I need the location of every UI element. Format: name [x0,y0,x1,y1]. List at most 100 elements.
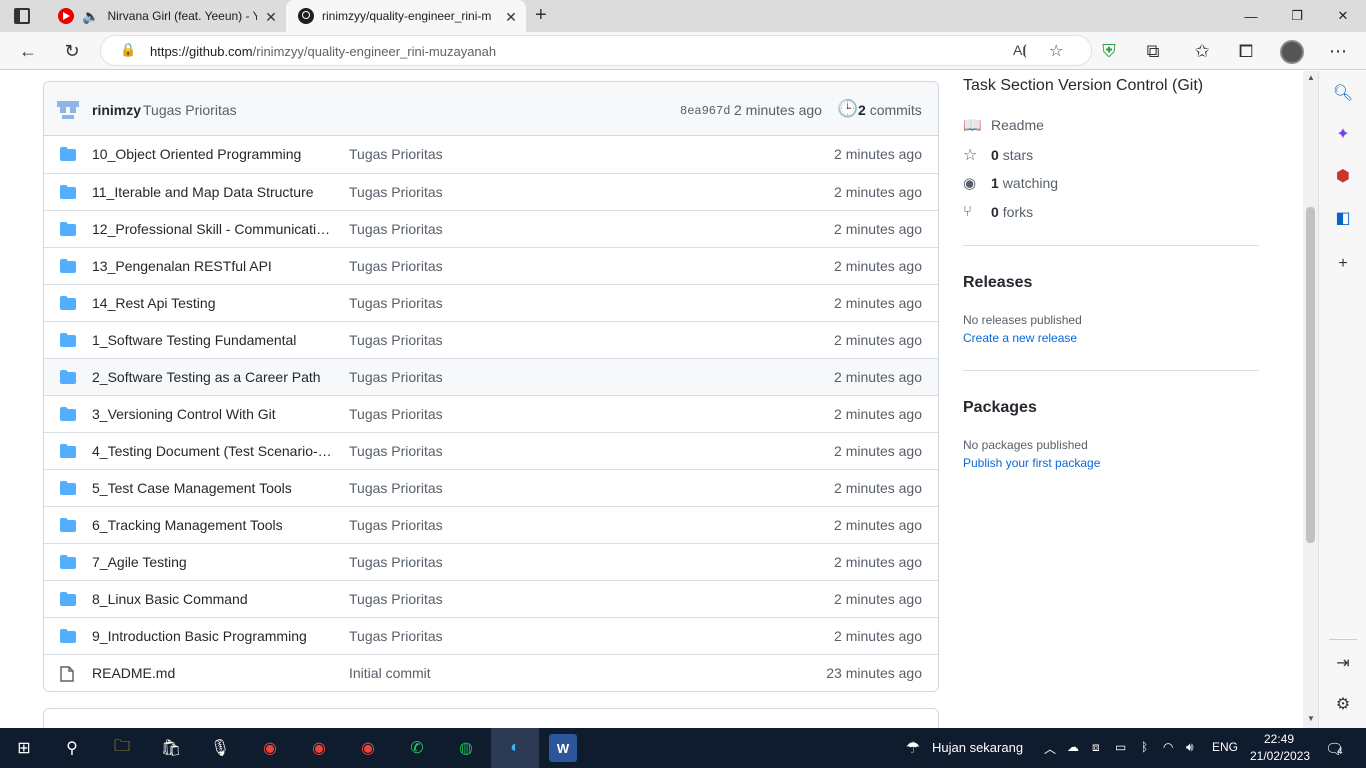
show-hidden-icons[interactable]: ︿ [1044,740,1056,757]
table-row[interactable]: 11_Iterable and Map Data Structure Tugas … [44,173,938,210]
file-name-link[interactable]: 1_Software Testing Fundamental [92,332,332,348]
settings-gear-icon[interactable]: ⚙ [1333,694,1353,714]
add-favorite-icon[interactable]: ☆ [1049,41,1063,61]
file-name-link[interactable]: 13_Pengenalan RESTful API [92,258,332,274]
commits-link[interactable]: 2 commits [858,102,922,118]
more-menu-icon[interactable]: ⋯ [1323,36,1353,66]
table-row[interactable]: 12_Professional Skill - Communicatio... T… [44,210,938,247]
scroll-up-arrow[interactable]: ▲ [1307,73,1315,82]
chrome-icon[interactable]: ◉ [255,734,285,762]
table-row[interactable]: 10_Object Oriented Programming Tugas Prio… [44,136,938,173]
file-name-link[interactable]: 3_Versioning Control With Git [92,406,332,422]
file-name-link[interactable]: 8_Linux Basic Command [92,591,332,607]
tab-youtube[interactable]: 🔈 Nirvana Girl (feat. Yeeun) - Y ✕ [48,0,286,32]
close-window-icon[interactable]: ✕ [1320,0,1366,32]
file-name-link[interactable]: 5_Test Case Management Tools [92,480,332,496]
collections-icon[interactable]: ⧠ [1231,36,1261,66]
table-row[interactable]: 14_Rest Api Testing Tugas Prioritas 2 minu… [44,284,938,321]
chrome-icon[interactable]: ◉ [353,734,383,762]
back-arrow-icon[interactable]: ← [13,36,43,66]
file-name-link[interactable]: 7_Agile Testing [92,554,332,570]
commit-message-link[interactable]: Tugas Prioritas [349,369,443,385]
whatsapp-icon[interactable]: ✆ [402,734,432,762]
commit-message-link[interactable]: Tugas Prioritas [349,332,443,348]
close-tab-icon[interactable]: ✕ [264,9,278,26]
table-row[interactable]: 6_Tracking Management Tools Tugas Priorit… [44,506,938,543]
outlook-icon[interactable]: ◧ [1333,208,1353,228]
scrollbar-thumb[interactable] [1306,207,1315,543]
commit-message-link[interactable]: Tugas Prioritas [349,258,443,274]
packages-heading[interactable]: Packages [963,399,1037,417]
shield-extension-icon[interactable]: ⛨ [1094,36,1124,66]
tab-github[interactable]: rinimzyy/quality-engineer_rini-m ✕ [286,0,526,32]
office-icon[interactable]: ⬢ [1333,166,1353,186]
restore-icon[interactable]: ❐ [1274,0,1320,32]
bluetooth-icon[interactable]: ᛒ [1141,740,1148,754]
page-scrollbar[interactable]: ▲ ▼ [1303,71,1318,728]
watching-link[interactable]: ◉ 1 watching [963,174,1058,192]
hide-sidebar-icon[interactable]: ⇥ [1333,653,1353,673]
commit-hash-link[interactable]: 8ea967d [680,104,730,118]
scroll-down-arrow[interactable]: ▼ [1307,714,1315,723]
file-name-link[interactable]: 6_Tracking Management Tools [92,517,332,533]
commit-message-link[interactable]: Tugas Prioritas [143,102,237,118]
refresh-icon[interactable]: ↻ [57,36,87,66]
commit-message-link[interactable]: Tugas Prioritas [349,443,443,459]
battery-icon[interactable]: ▭ [1115,740,1126,754]
file-name-link[interactable]: 12_Professional Skill - Communicatio... [92,221,332,237]
commit-message-link[interactable]: Tugas Prioritas [349,406,443,422]
commit-message-link[interactable]: Tugas Prioritas [349,146,443,162]
language-indicator[interactable]: ENG [1212,740,1238,754]
close-tab-icon[interactable]: ✕ [504,9,518,26]
commit-message-link[interactable]: Tugas Prioritas [349,184,443,200]
commit-message-link[interactable]: Tugas Prioritas [349,517,443,533]
favorites-icon[interactable]: ✩ [1187,36,1217,66]
wifi-icon[interactable]: ◠ [1163,740,1173,754]
file-name-link[interactable]: 2_Software Testing as a Career Path [92,369,332,385]
table-row[interactable]: 7_Agile Testing Tugas Prioritas 2 minutes … [44,543,938,580]
releases-heading[interactable]: Releases [963,274,1032,292]
weather-text[interactable]: Hujan sekarang [932,740,1023,755]
store-icon[interactable]: 🛍 [156,734,186,762]
table-row[interactable]: 13_Pengenalan RESTful API Tugas Prioritas… [44,247,938,284]
commit-message-link[interactable]: Initial commit [349,665,431,681]
lock-icon[interactable]: 🔒 [120,42,136,58]
readme-link[interactable]: 📖 Readme [963,116,1044,134]
stars-link[interactable]: ☆ 0 stars [963,145,1033,165]
search-icon[interactable]: 🔍︎ [1333,83,1353,103]
table-row[interactable]: 9_Introduction Basic Programming Tugas Pr… [44,617,938,654]
table-row[interactable]: 3_Versioning Control With Git Tugas Prior… [44,395,938,432]
forks-link[interactable]: ⑂ 0 forks [963,203,1033,220]
publish-package-link[interactable]: Publish your first package [963,456,1100,470]
edge-icon[interactable]: ◐ [500,734,530,762]
minimize-icon[interactable]: — [1228,0,1274,32]
app-icon[interactable]: 🎙 [205,734,235,762]
table-row[interactable]: README.md Initial commit 23 minutes ago [44,654,938,691]
commit-author-link[interactable]: rinimzy [92,102,141,118]
commit-message-link[interactable]: Tugas Prioritas [349,221,443,237]
add-icon[interactable]: + [1333,254,1353,274]
clock-date[interactable]: 21/02/2023 [1250,749,1310,763]
device-icon[interactable]: ⧈ [1092,740,1100,755]
file-name-link[interactable]: 11_Iterable and Map Data Structure [92,184,332,200]
search-icon[interactable]: ⚲ [57,734,87,762]
file-name-link[interactable]: 14_Rest Api Testing [92,295,332,311]
discover-icon[interactable]: ✦ [1333,124,1353,144]
table-row[interactable]: 1_Software Testing Fundamental Tugas Prio… [44,321,938,358]
history-icon[interactable]: 🕒 [837,99,858,119]
commit-message-link[interactable]: Tugas Prioritas [349,628,443,644]
file-explorer-icon[interactable]: 🗀 [107,734,137,762]
table-row[interactable]: 4_Testing Document (Test Scenario-T... Tu… [44,432,938,469]
create-release-link[interactable]: Create a new release [963,331,1077,345]
volume-icon[interactable]: 🔊︎ [1186,740,1194,755]
weather-icon[interactable]: ☂ [898,734,928,762]
spotify-icon[interactable]: ◍ [451,734,481,762]
extensions-icon[interactable]: ⧉ [1138,36,1168,66]
speaker-icon[interactable]: 🔈 [82,8,99,25]
read-aloud-icon[interactable]: A⦗ [1013,42,1027,59]
file-name-link[interactable]: 10_Object Oriented Programming [92,146,332,162]
table-row[interactable]: 2_Software Testing as a Career Path Tugas… [44,358,938,395]
commit-message-link[interactable]: Tugas Prioritas [349,591,443,607]
table-row[interactable]: 5_Test Case Management Tools Tugas Priori… [44,469,938,506]
commit-message-link[interactable]: Tugas Prioritas [349,480,443,496]
